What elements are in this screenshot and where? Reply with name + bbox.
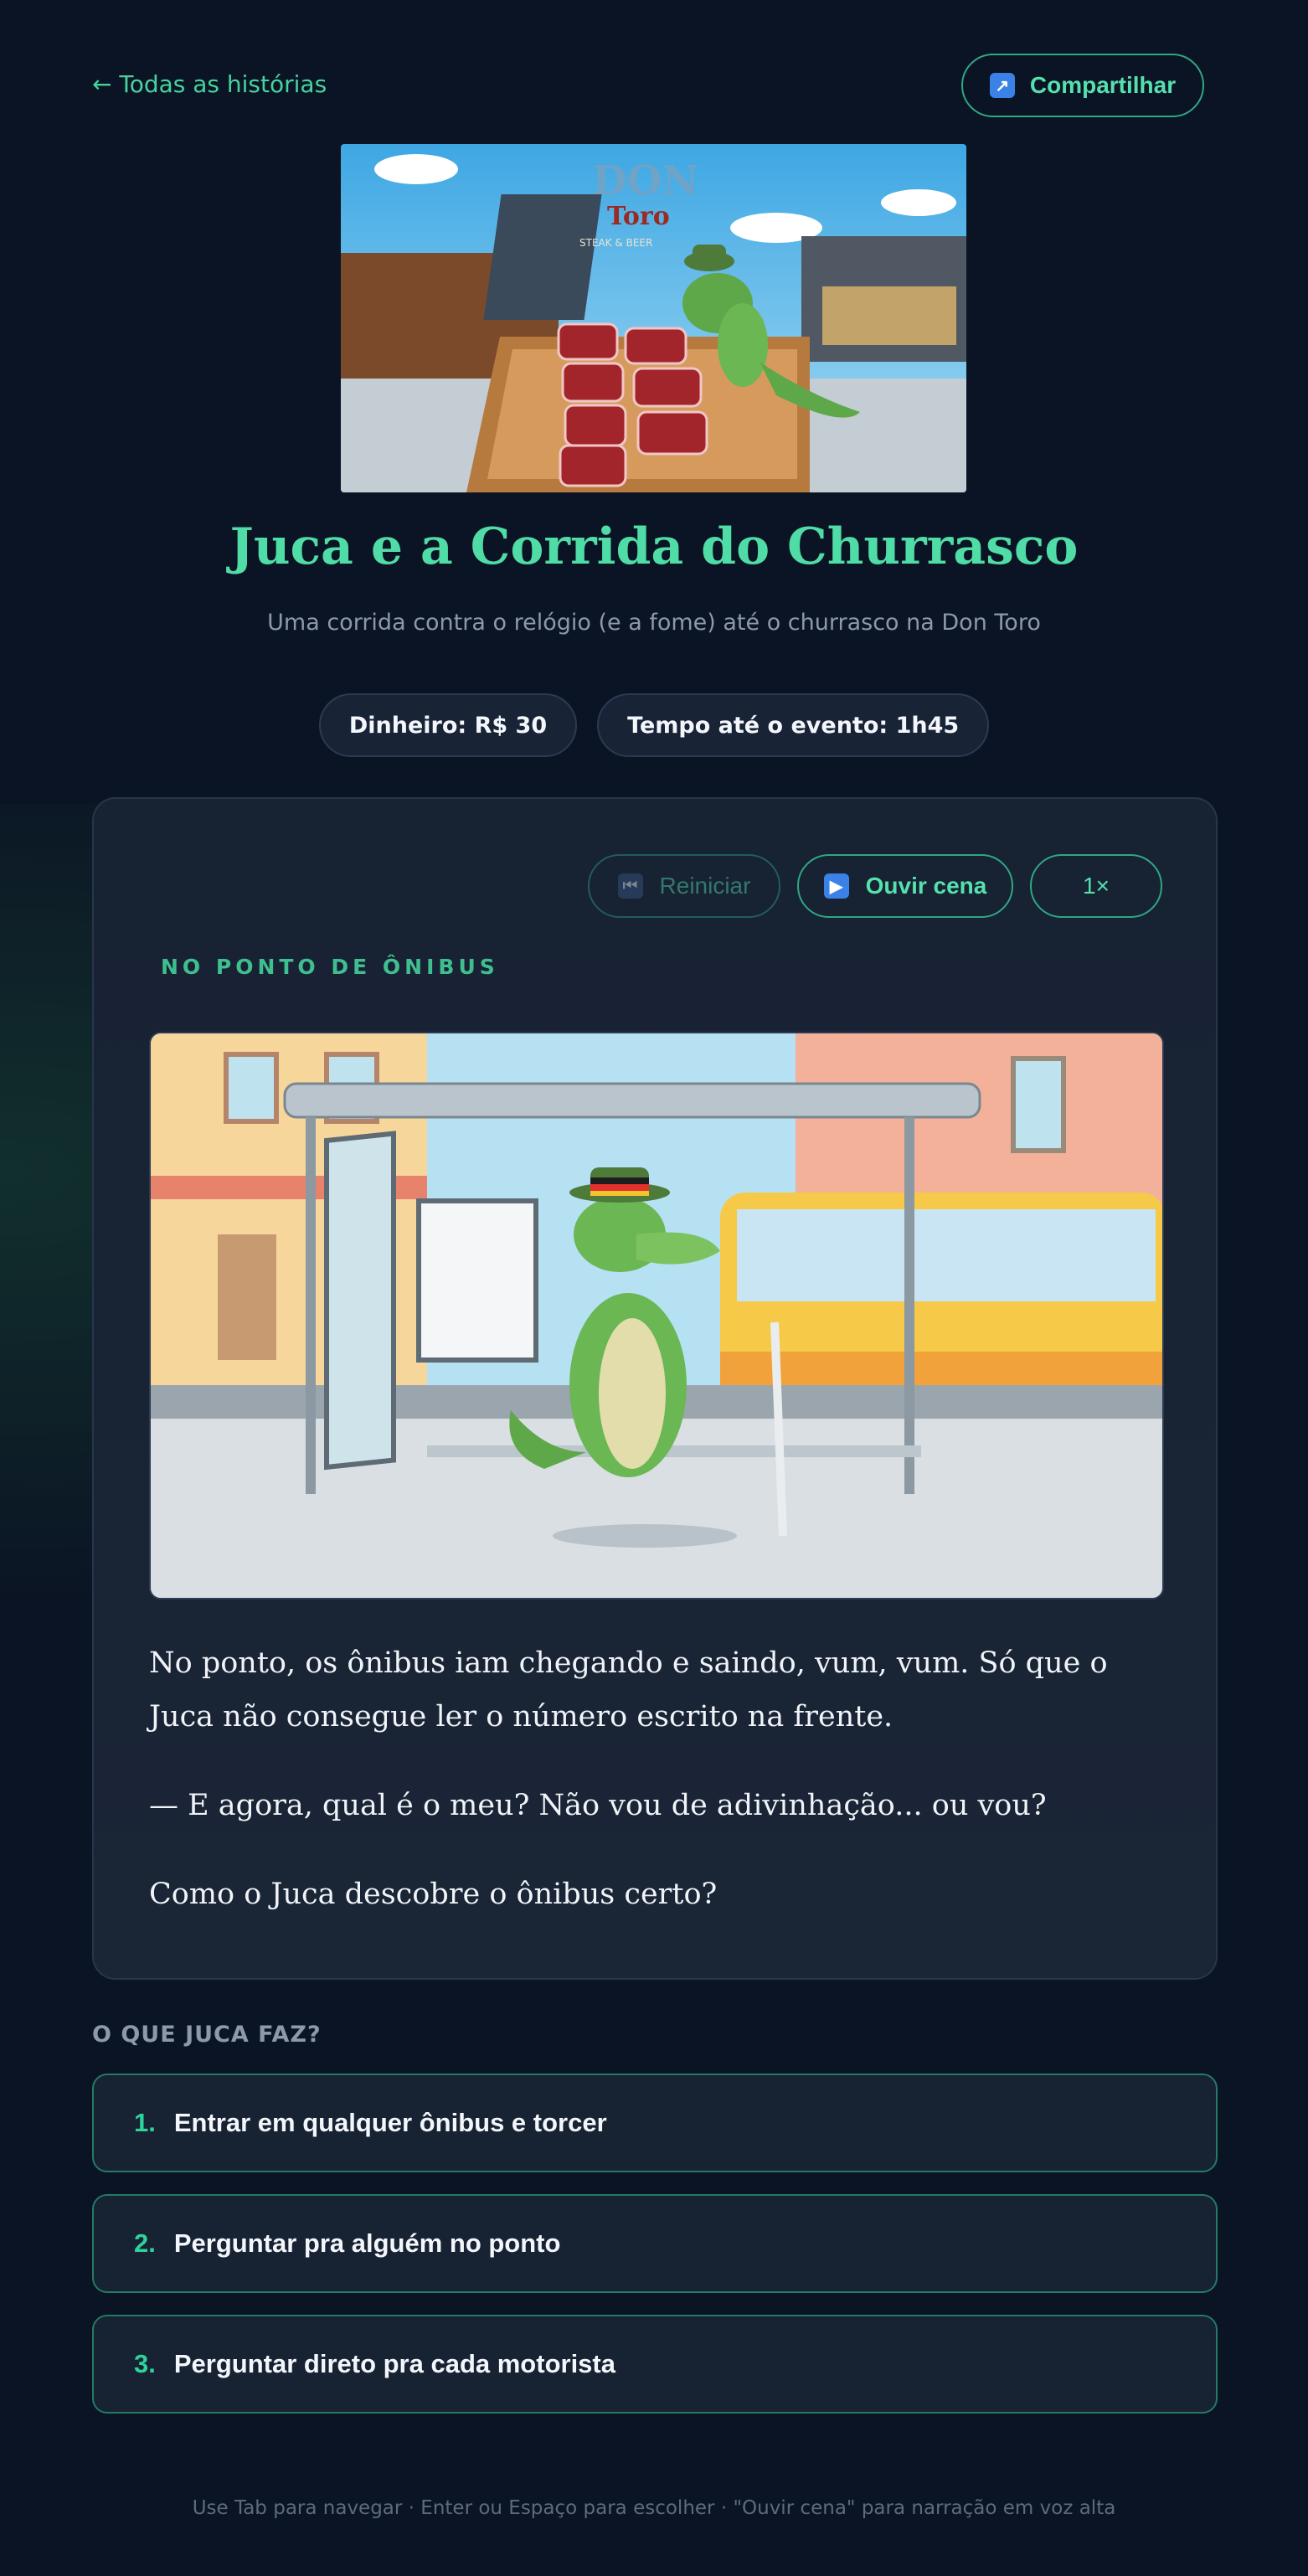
choice-label: Entrar em qualquer ônibus e torcer bbox=[173, 2108, 607, 2137]
choice-number: 2. bbox=[134, 2228, 156, 2258]
choice-option-2[interactable]: 2. Perguntar pra alguém no ponto bbox=[92, 2194, 1218, 2293]
scene-text: No ponto, os ônibus iam chegando e saind… bbox=[149, 1636, 1164, 1956]
share-arrow-icon: ↗ bbox=[989, 73, 1015, 98]
scene-image bbox=[149, 1032, 1164, 1600]
top-bar: ← Todas as histórias ↗ Compartilhar bbox=[92, 54, 1204, 117]
story-title: Juca e a Corrida do Churrasco bbox=[229, 518, 1079, 576]
listen-button[interactable]: ▶ Ouvir cena bbox=[797, 854, 1013, 918]
scene-label: NO PONTO DE ÔNIBUS bbox=[161, 955, 499, 979]
rewind-icon: ⏮ bbox=[617, 873, 643, 899]
scene-paragraph: — E agora, qual é o meu? Não vou de adiv… bbox=[149, 1789, 1047, 1822]
keyboard-hint-footer: Use Tab para navegar · Enter ou Espaço p… bbox=[192, 2497, 1116, 2519]
hero-sign-tag: STEAK & BEER bbox=[579, 237, 652, 249]
choice-number: 1. bbox=[134, 2108, 156, 2137]
share-label: Compartilhar bbox=[1029, 72, 1177, 98]
scene-card: ⏮ Reiniciar ▶ Ouvir cena 1× NO PONTO DE … bbox=[92, 797, 1218, 1980]
scene-question: Como o Juca descobre o ônibus certo? bbox=[149, 1878, 718, 1911]
hero-image: DON Toro STEAK & BEER bbox=[341, 144, 966, 492]
choice-option-1[interactable]: 1. Entrar em qualquer ônibus e torcer bbox=[92, 2074, 1218, 2172]
back-link[interactable]: ← Todas as histórias bbox=[92, 70, 327, 98]
listen-label: Ouvir cena bbox=[865, 873, 987, 899]
money-chip: Dinheiro: R$ 30 bbox=[318, 693, 578, 757]
speed-button[interactable]: 1× bbox=[1030, 854, 1162, 918]
hero-sign-brand: DON bbox=[592, 157, 698, 204]
choice-option-3[interactable]: 3. Perguntar direto pra cada motorista bbox=[92, 2315, 1218, 2414]
restart-button[interactable]: ⏮ Reiniciar bbox=[588, 854, 780, 918]
choice-label: Perguntar pra alguém no ponto bbox=[173, 2228, 561, 2258]
choices-heading: O QUE JUCA FAZ? bbox=[92, 2022, 322, 2048]
choice-label: Perguntar direto pra cada motorista bbox=[173, 2349, 615, 2378]
scene-controls: ⏮ Reiniciar ▶ Ouvir cena 1× bbox=[588, 854, 1162, 918]
stats-row: Dinheiro: R$ 30 Tempo até o evento: 1h45 bbox=[0, 693, 1308, 757]
story-subtitle: Uma corrida contra o relógio (e a fome) … bbox=[267, 610, 1041, 636]
hero-sign-sub: Toro bbox=[607, 202, 670, 231]
share-button[interactable]: ↗ Compartilhar bbox=[961, 54, 1204, 117]
restart-label: Reiniciar bbox=[659, 873, 751, 899]
play-icon: ▶ bbox=[823, 873, 849, 899]
scene-paragraph: No ponto, os ônibus iam chegando e saind… bbox=[149, 1646, 1108, 1734]
choice-number: 3. bbox=[134, 2349, 156, 2378]
time-chip: Tempo até o evento: 1h45 bbox=[597, 693, 990, 757]
